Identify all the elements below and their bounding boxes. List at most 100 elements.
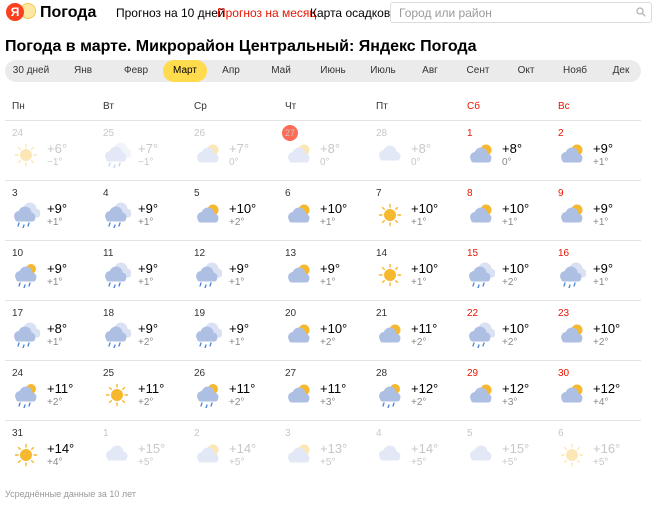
- tab-0[interactable]: 30 дней: [5, 60, 57, 82]
- nav-forecast-10-days[interactable]: Прогноз на 10 дней: [116, 6, 225, 20]
- tab-12[interactable]: Дек: [601, 60, 641, 82]
- day-cell[interactable]: 4 +9° +1°: [96, 180, 187, 240]
- day-cell[interactable]: 24 +11° +2°: [5, 360, 96, 420]
- temp-min: +1°: [411, 277, 427, 288]
- day-cell[interactable]: 2 +9° +1°: [551, 120, 642, 180]
- logo[interactable]: Я Погода: [6, 3, 96, 23]
- nav-precipitation-map[interactable]: Карта осадков: [310, 6, 390, 20]
- temp-max: +10°: [593, 321, 621, 336]
- day-cell[interactable]: 23 +10° +2°: [551, 300, 642, 360]
- tab-3[interactable]: Март: [163, 60, 207, 82]
- tab-9[interactable]: Сент: [453, 60, 503, 82]
- day-cell[interactable]: 8 +10° +1°: [460, 180, 551, 240]
- day-cell[interactable]: 19 +9° +1°: [187, 300, 278, 360]
- nav-forecast-month[interactable]: Прогноз на месяц: [217, 6, 316, 20]
- day-cell[interactable]: 9 +9° +1°: [551, 180, 642, 240]
- day-number: 6: [558, 428, 564, 439]
- temp-max: +10°: [229, 201, 257, 216]
- day-cell[interactable]: 28 +12° +2°: [369, 360, 460, 420]
- day-number: 2: [194, 428, 200, 439]
- weekday-label: Вт: [103, 101, 114, 112]
- day-cell[interactable]: 12 +9° +1°: [187, 240, 278, 300]
- day-cell[interactable]: 4 +14° +5°: [369, 420, 460, 480]
- day-cell[interactable]: 21 +11° +2°: [369, 300, 460, 360]
- cloud-rain-icon: [105, 262, 131, 288]
- day-cell[interactable]: 3 +13° +5°: [278, 420, 369, 480]
- day-cell[interactable]: 24 +6° −1°: [5, 120, 96, 180]
- day-number: 13: [285, 248, 297, 259]
- tab-6[interactable]: Июнь: [307, 60, 359, 82]
- tab-10[interactable]: Окт: [503, 60, 549, 82]
- day-cell[interactable]: 17 +8° +1°: [5, 300, 96, 360]
- day-number: 14: [376, 248, 388, 259]
- day-cell[interactable]: 25 +7° −1°: [96, 120, 187, 180]
- day-cell[interactable]: 15 +10° +2°: [460, 240, 551, 300]
- tab-4[interactable]: Апр: [207, 60, 255, 82]
- day-cell[interactable]: 13 +9° +1°: [278, 240, 369, 300]
- cloud-icon: [379, 445, 401, 461]
- day-cell[interactable]: 1 +15° +5°: [96, 420, 187, 480]
- tab-2[interactable]: Февр: [109, 60, 163, 82]
- day-cell[interactable]: 26 +11° +2°: [187, 360, 278, 420]
- tab-5[interactable]: Май: [255, 60, 307, 82]
- day-cell[interactable]: 25 +11° +2°: [96, 360, 187, 420]
- temp-min: +4°: [593, 397, 609, 408]
- cloud-icon: [106, 445, 128, 461]
- logo-icon: Я: [6, 3, 36, 23]
- tab-8[interactable]: Авг: [407, 60, 453, 82]
- cloud-rain-icon: [105, 202, 131, 228]
- day-number: 4: [103, 188, 109, 199]
- temp-max: +9°: [138, 321, 159, 336]
- cloud-rain-icon: [469, 322, 495, 348]
- day-cell[interactable]: 11 +9° +1°: [96, 240, 187, 300]
- day-cell[interactable]: 22 +10° +2°: [460, 300, 551, 360]
- day-cell[interactable]: 31 +14° +4°: [5, 420, 96, 480]
- cloud-rain-icon: [196, 322, 222, 348]
- search-icon[interactable]: [636, 7, 646, 17]
- day-cell[interactable]: 2 +14° +5°: [187, 420, 278, 480]
- day-cell[interactable]: 29 +12° +3°: [460, 360, 551, 420]
- day-cell[interactable]: 6 +16° +5°: [551, 420, 642, 480]
- temp-min: +1°: [138, 277, 154, 288]
- day-cell[interactable]: 5 +10° +2°: [187, 180, 278, 240]
- temp-max: +10°: [502, 261, 530, 276]
- temp-min: 0°: [502, 157, 512, 168]
- temp-max: +9°: [138, 201, 159, 216]
- day-cell[interactable]: 6 +10° +1°: [278, 180, 369, 240]
- day-cell[interactable]: 30 +12° +4°: [551, 360, 642, 420]
- temp-min: +1°: [47, 277, 63, 288]
- temp-max: +9°: [229, 261, 250, 276]
- day-cell[interactable]: 20 +10° +2°: [278, 300, 369, 360]
- day-cell[interactable]: 16 +9° +1°: [551, 240, 642, 300]
- tab-7[interactable]: Июль: [359, 60, 407, 82]
- day-number: 3: [12, 188, 18, 199]
- temp-max: +14°: [47, 441, 75, 456]
- search-input[interactable]: [390, 2, 652, 23]
- tab-1[interactable]: Янв: [57, 60, 109, 82]
- temp-min: +1°: [138, 217, 154, 228]
- day-cell[interactable]: 5 +15° +5°: [460, 420, 551, 480]
- temp-max: +8°: [502, 141, 523, 156]
- day-cell[interactable]: 7 +10° +1°: [369, 180, 460, 240]
- day-cell[interactable]: 14 +10° +1°: [369, 240, 460, 300]
- day-number: 11: [103, 248, 114, 259]
- day-cell[interactable]: 18 +9° +2°: [96, 300, 187, 360]
- tab-11[interactable]: Нояб: [549, 60, 601, 82]
- temp-min: +5°: [229, 457, 245, 468]
- day-cell[interactable]: 28 +8° 0°: [369, 120, 460, 180]
- day-number: 10: [12, 248, 24, 259]
- day-number: 2: [558, 128, 564, 139]
- day-cell[interactable]: 10 +9° +1°: [5, 240, 96, 300]
- cloud-rain-icon: [560, 262, 586, 288]
- day-number: 29: [467, 368, 479, 379]
- day-cell[interactable]: 26 +7° 0°: [187, 120, 278, 180]
- day-cell[interactable]: 27 +11° +3°: [278, 360, 369, 420]
- temp-max: +12°: [502, 381, 530, 396]
- day-cell[interactable]: 27 +8° 0°: [278, 120, 369, 180]
- day-cell[interactable]: 1 +8° 0°: [460, 120, 551, 180]
- day-number: 4: [376, 428, 382, 439]
- temp-max: +9°: [320, 261, 341, 276]
- day-number: 1: [103, 428, 109, 439]
- day-cell[interactable]: 3 +9° +1°: [5, 180, 96, 240]
- temp-min: +1°: [320, 277, 336, 288]
